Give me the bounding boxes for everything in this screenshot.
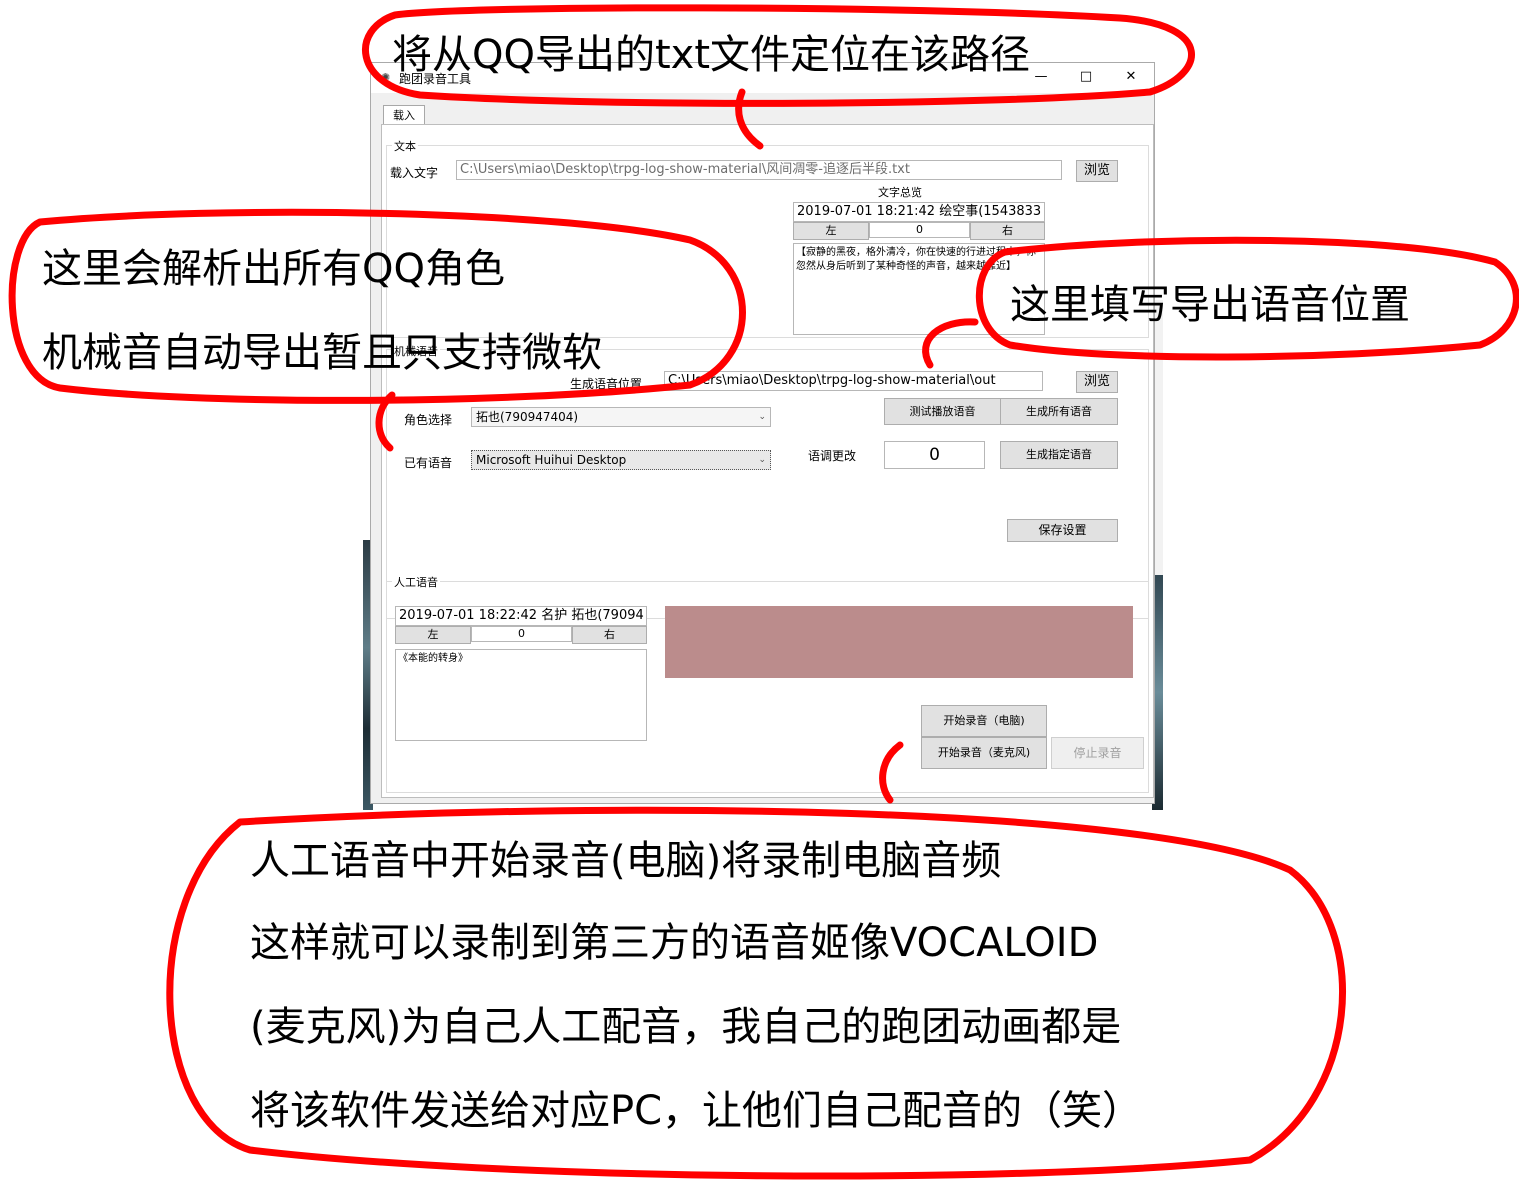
annotation-circle-bottom <box>166 806 1346 1180</box>
red-annotation-circles <box>8 4 1519 1180</box>
annotation-pointer-bottom <box>879 741 904 804</box>
annotation-circle-top <box>362 4 1195 107</box>
annotation-circle-right <box>975 236 1519 361</box>
annotation-pointer-right <box>922 318 979 369</box>
annotation-circle-left <box>8 208 746 404</box>
